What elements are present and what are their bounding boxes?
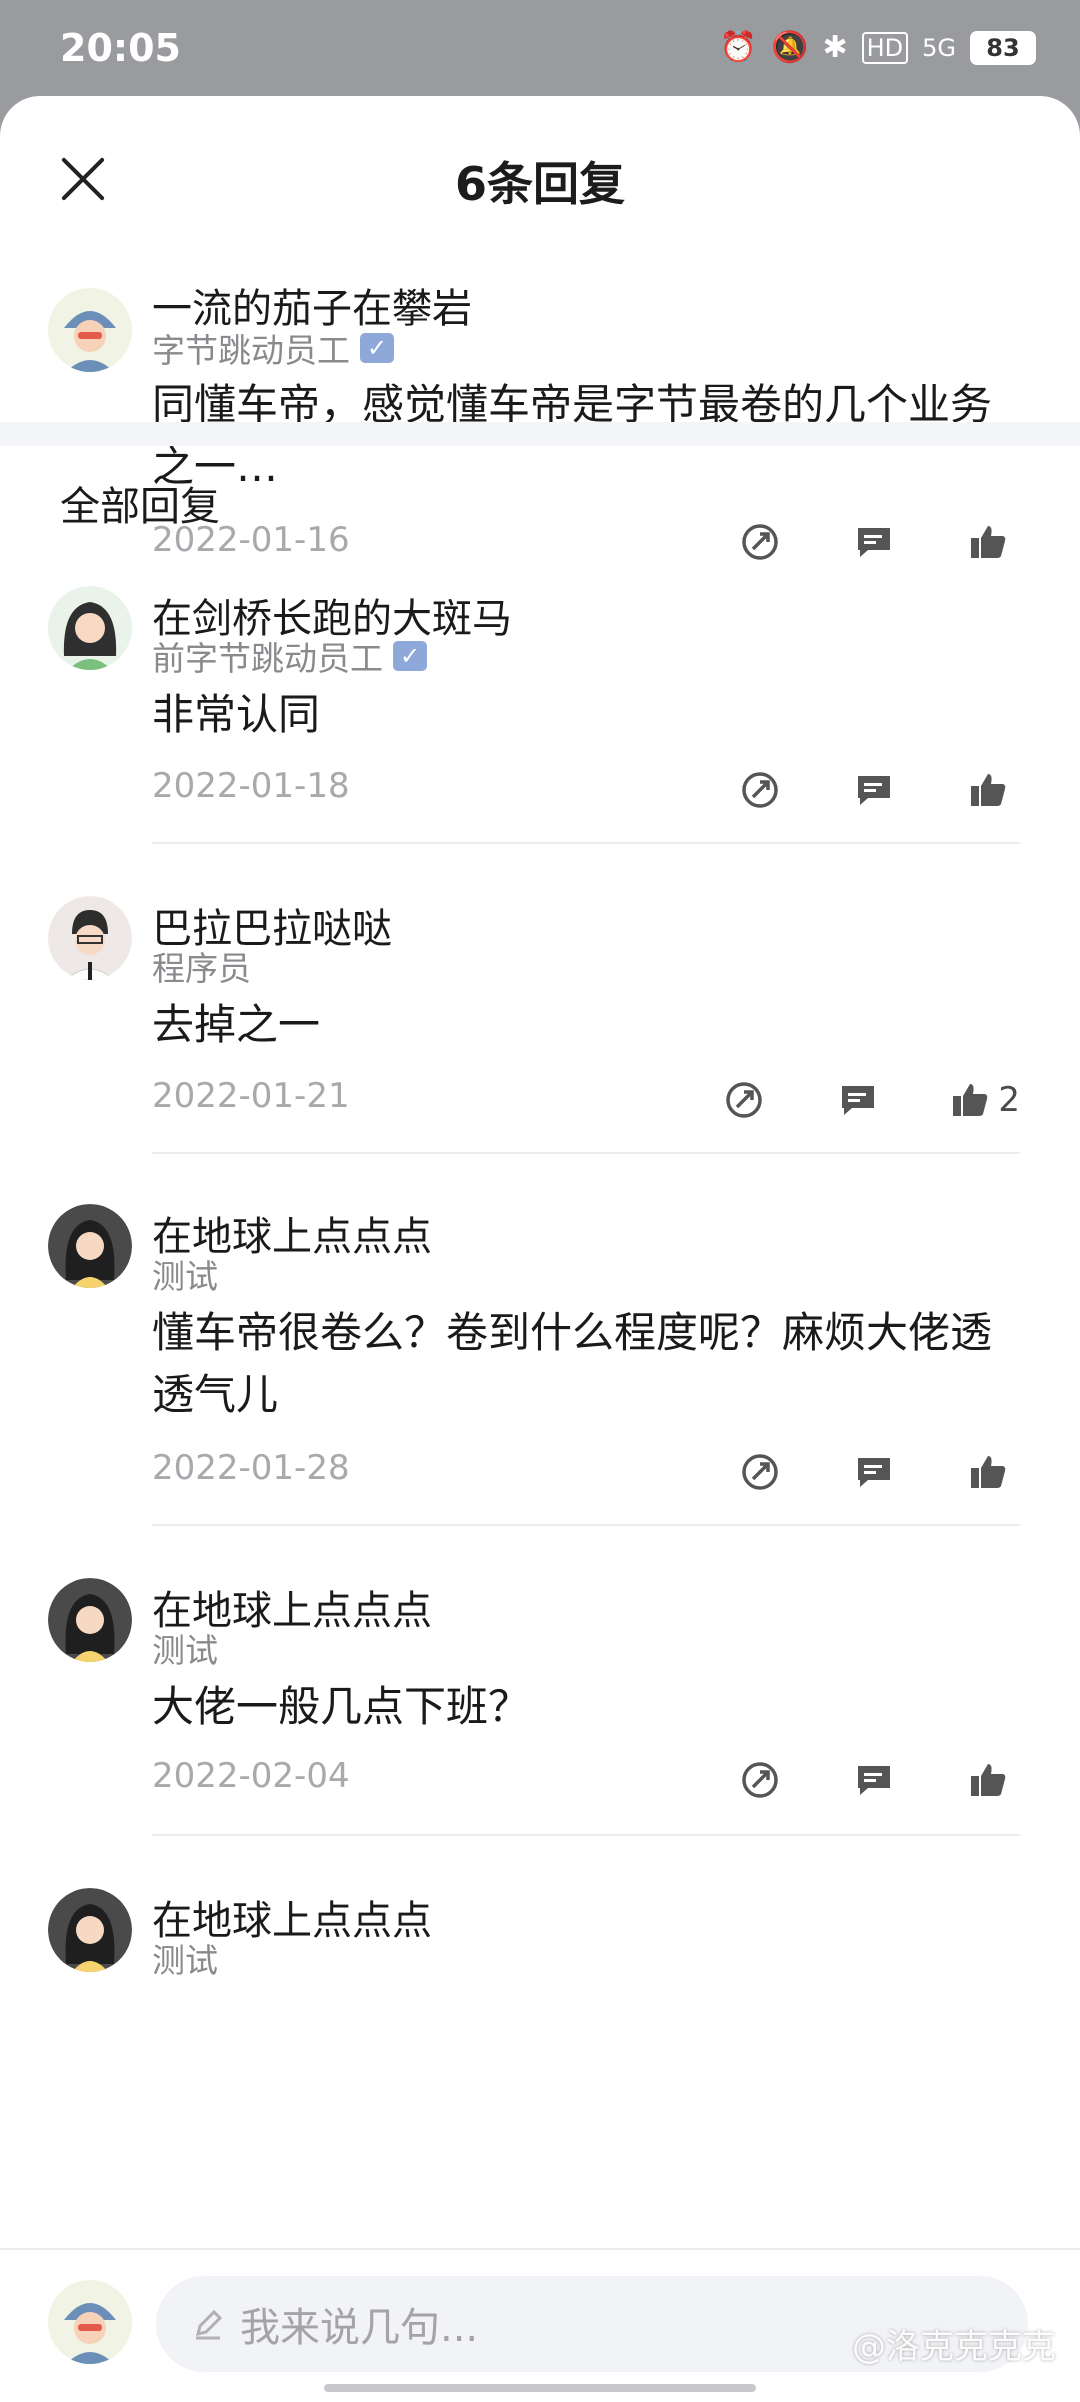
hd-icon: HD <box>861 31 909 64</box>
reply-item: 巴拉巴拉哒哒 程序员 去掉之一 2022-01-21 2 <box>0 896 1080 1154</box>
avatar[interactable] <box>48 1888 132 1972</box>
reply-text: 懂车帝很卷么？卷到什么程度呢？麻烦大佬透透气儿 <box>152 1308 993 1419</box>
like-icon[interactable] <box>966 768 1010 812</box>
commenter-role: 字节跳动员工 ✓ <box>152 324 394 372</box>
reply-date: 2022-01-21 <box>152 1076 350 1116</box>
mute-icon: 🔕 <box>771 30 809 65</box>
battery-icon: 83 <box>970 30 1036 65</box>
my-avatar[interactable] <box>48 2280 132 2364</box>
section-title: 全部回复 <box>60 484 220 530</box>
watermark: @洛克克克克 <box>852 2327 1056 2367</box>
like-icon[interactable] <box>966 520 1010 564</box>
like-icon <box>953 1084 988 1116</box>
page-title: 6条回复 <box>454 157 625 211</box>
reply-text: 非常认同 <box>152 690 321 739</box>
like-icon[interactable] <box>966 1450 1010 1494</box>
reply-icon[interactable] <box>852 520 896 564</box>
comment-actions <box>738 520 1010 564</box>
reply-date: 2022-01-18 <box>152 766 350 806</box>
share-icon[interactable] <box>738 1450 782 1494</box>
share-icon[interactable] <box>738 1758 782 1802</box>
alarm-icon: ⏰ <box>719 30 758 65</box>
reply-date: 2022-02-04 <box>152 1756 350 1796</box>
divider <box>152 1524 1020 1526</box>
commenter-role: 测试 <box>152 1624 218 1672</box>
bluetooth-icon: ✱ <box>822 30 848 65</box>
divider <box>152 842 1020 844</box>
section-separator <box>0 422 1080 446</box>
divider <box>152 1834 1020 1836</box>
reply-icon[interactable] <box>852 768 896 812</box>
reply-actions <box>738 768 1010 812</box>
share-icon[interactable] <box>738 768 782 812</box>
home-indicator[interactable] <box>324 2384 756 2392</box>
reply-item: 在地球上点点点 测试 懂车帝很卷么？卷到什么程度呢？麻烦大佬透透气儿 2022-… <box>0 1204 1080 1526</box>
divider <box>152 1152 1020 1154</box>
commenter-role: 测试 <box>152 1250 218 1298</box>
commenter-role: 测试 <box>152 1934 218 1982</box>
reply-text: 大佬一般几点下班？ <box>152 1682 531 1731</box>
verified-icon: ✓ <box>360 333 394 363</box>
reply-text: 去掉之一 <box>152 1000 321 1049</box>
status-time: 20:05 <box>60 26 181 70</box>
reply-actions <box>738 1758 1010 1802</box>
avatar[interactable] <box>48 586 132 670</box>
reply-sheet: 6条回复 一流的茄子在攀岩 字节跳动员工 ✓ 同懂车帝，感觉懂车帝是字节最卷的几… <box>0 96 1080 2400</box>
pen-icon <box>195 2309 223 2340</box>
reply-actions: 2 <box>722 1078 1020 1122</box>
commenter-role: 前字节跳动员工 ✓ <box>152 632 427 680</box>
role-text: 测试 <box>152 1257 218 1296</box>
share-icon[interactable] <box>722 1078 766 1122</box>
reply-actions <box>738 1450 1010 1494</box>
reply-icon[interactable] <box>852 1450 896 1494</box>
reply-item: 在剑桥长跑的大斑马 前字节跳动员工 ✓ 非常认同 2022-01-18 <box>0 586 1080 844</box>
reply-composer: 我来说几句... @洛克克克克 <box>0 2248 1080 2402</box>
avatar[interactable] <box>48 288 132 372</box>
avatar[interactable] <box>48 896 132 980</box>
reply-item: 在地球上点点点 测试 <box>0 1888 1080 2068</box>
sheet-header: 6条回复 <box>0 96 1080 266</box>
role-text: 测试 <box>152 1631 218 1670</box>
like-count: 2 <box>998 1080 1020 1120</box>
like-icon[interactable] <box>966 1758 1010 1802</box>
signal-icon: 5G <box>922 33 956 62</box>
role-text: 程序员 <box>152 949 251 988</box>
verified-icon: ✓ <box>393 641 427 671</box>
role-text: 字节跳动员工 <box>152 331 350 370</box>
avatar[interactable] <box>48 1204 132 1288</box>
role-text: 测试 <box>152 1941 218 1980</box>
reply-item: 在地球上点点点 测试 大佬一般几点下班？ 2022-02-04 <box>0 1578 1080 1836</box>
like-button[interactable]: 2 <box>950 1080 1020 1120</box>
reply-date: 2022-01-28 <box>152 1448 350 1488</box>
commenter-role: 程序员 <box>152 942 251 990</box>
status-bar: 20:05 ⏰ 🔕 ✱ HD 5G 83 <box>0 0 1080 96</box>
reply-input-placeholder: 我来说几句... <box>240 2305 479 2351</box>
reply-icon[interactable] <box>852 1758 896 1802</box>
avatar[interactable] <box>48 1578 132 1662</box>
reply-icon[interactable] <box>836 1078 880 1122</box>
role-text: 前字节跳动员工 <box>152 639 383 678</box>
share-icon[interactable] <box>738 520 782 564</box>
status-icons: ⏰ 🔕 ✱ HD 5G 83 <box>720 30 1036 65</box>
